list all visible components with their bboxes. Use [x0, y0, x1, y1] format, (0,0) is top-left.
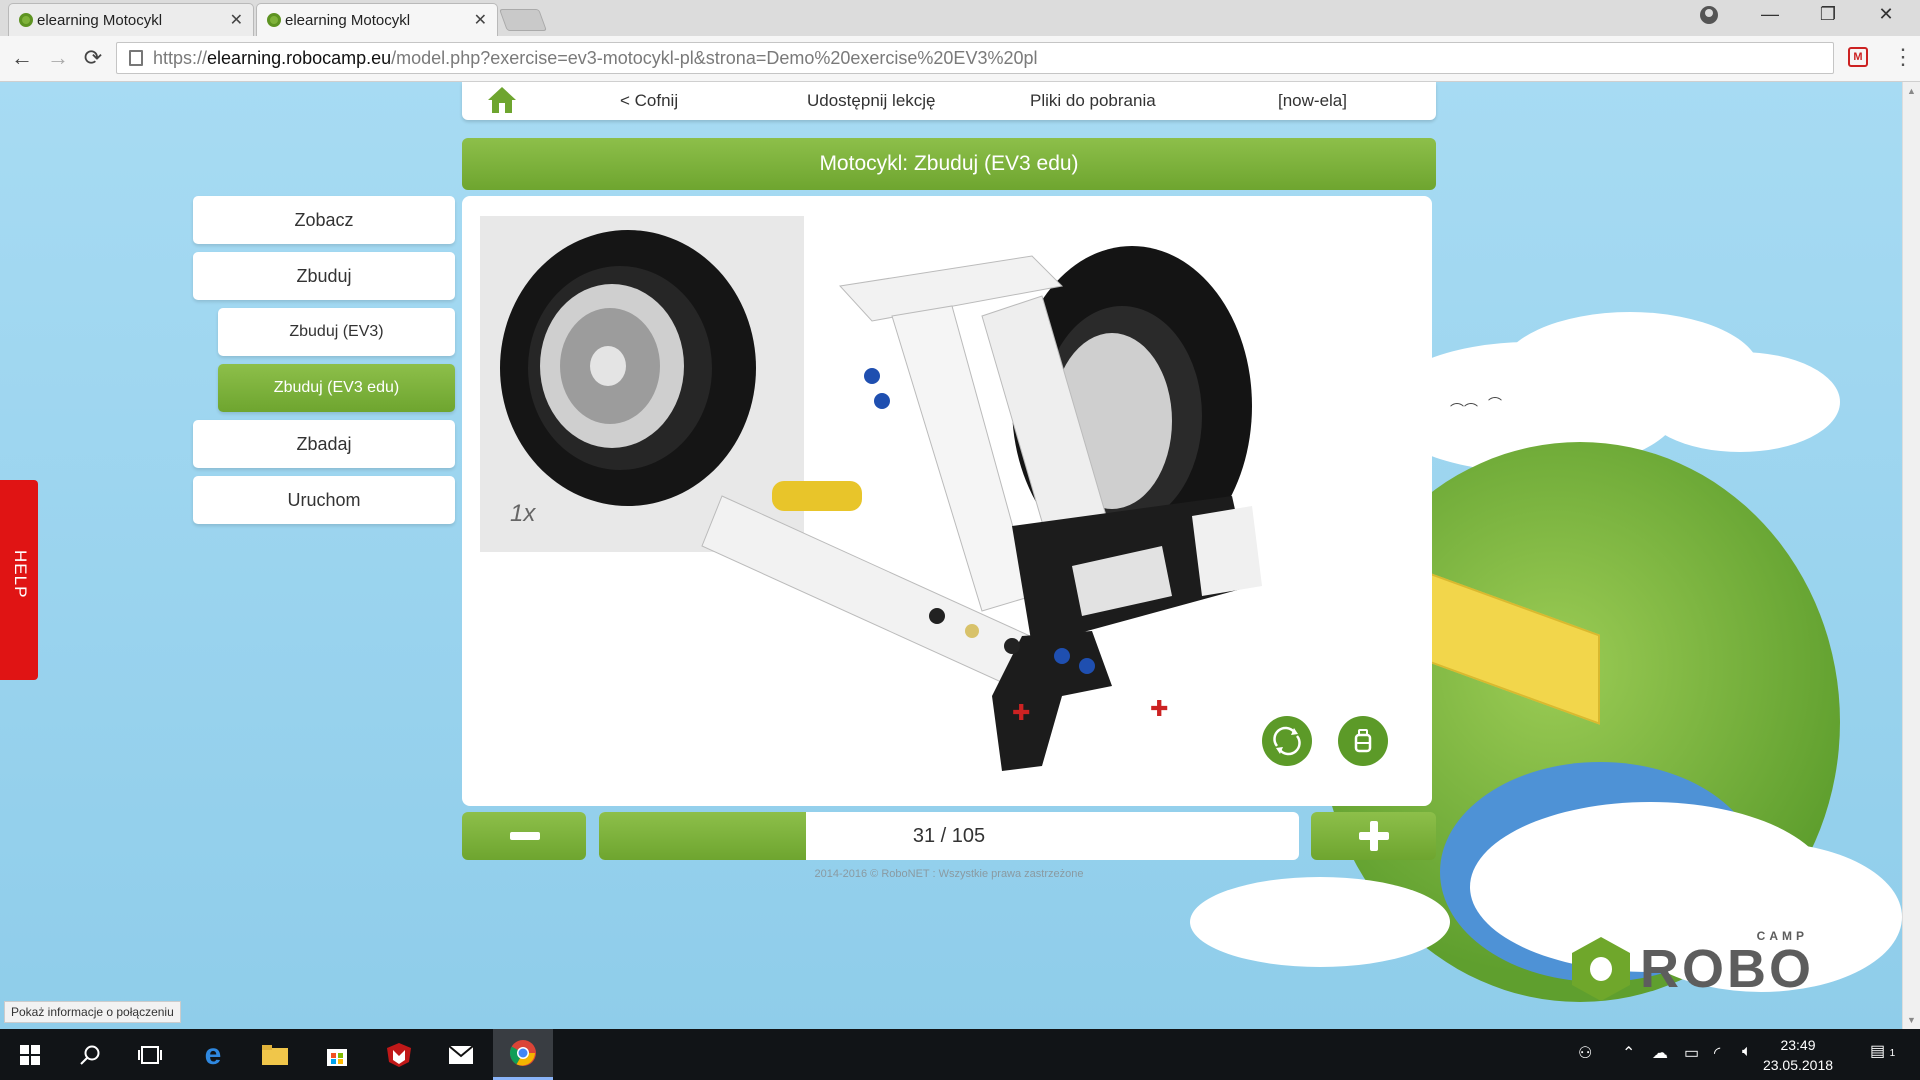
back-button[interactable]: ←: [8, 45, 36, 71]
address-bar[interactable]: https:// elearning.robocamp.eu /model.ph…: [116, 42, 1834, 74]
top-navigation: < Cofnij Udostępnij lekcję Pliki do pobr…: [462, 82, 1436, 120]
file-explorer-button[interactable]: [245, 1029, 305, 1080]
page-title: Motocykl: Zbuduj (EV3 edu): [462, 138, 1436, 190]
robocamp-logo: ROBO CAMP: [1572, 929, 1814, 1001]
folder-icon: [262, 1044, 288, 1065]
chrome-taskbar-button[interactable]: [493, 1029, 553, 1080]
task-view-icon: [138, 1045, 162, 1064]
forward-button[interactable]: →: [44, 45, 72, 71]
profile-icon[interactable]: [1700, 6, 1718, 24]
close-window-button[interactable]: ✕: [1858, 4, 1914, 25]
search-button[interactable]: [60, 1029, 120, 1080]
show-hidden-icons-icon[interactable]: ⌃: [1622, 1043, 1635, 1063]
clock-time: 23:49: [1780, 1037, 1816, 1053]
user-link[interactable]: [now-ela]: [1278, 91, 1347, 111]
step-progress-bar[interactable]: 31 / 105: [599, 812, 1299, 860]
edge-icon: e: [204, 1037, 222, 1071]
url-host: elearning.robocamp.eu: [207, 47, 392, 68]
notification-icon: ▤: [1870, 1043, 1886, 1060]
logo-brand: ROBO: [1640, 939, 1814, 999]
store-icon: [327, 1048, 347, 1066]
tab-title: elearning Motocykl: [37, 11, 163, 29]
menu-item-uruchom[interactable]: Uruchom: [193, 476, 455, 524]
robocamp-favicon-icon: [19, 13, 33, 27]
mail-button[interactable]: [431, 1029, 491, 1080]
page-scrollbar[interactable]: ▲ ▼: [1902, 82, 1920, 1029]
tab-title: elearning Motocykl: [285, 11, 411, 29]
close-tab-icon[interactable]: ✕: [230, 10, 243, 30]
taskbar-clock[interactable]: 23:49 23.05.2018: [1750, 1035, 1846, 1075]
mcafee-extension-icon[interactable]: M: [1848, 47, 1868, 67]
browser-tab-bar: elearning Motocykl ✕ elearning Motocykl …: [0, 0, 1920, 36]
store-button[interactable]: [307, 1029, 367, 1080]
cloud: [1190, 877, 1450, 967]
browser-toolbar: ← → ⟳ https:// elearning.robocamp.eu /mo…: [0, 36, 1920, 82]
logo-sub: CAMP: [1756, 929, 1808, 943]
battery-icon[interactable]: ▭: [1684, 1043, 1699, 1063]
mail-icon: [448, 1044, 474, 1064]
browser-tab-active[interactable]: elearning Motocykl ✕: [256, 3, 498, 36]
url-scheme: https://: [153, 47, 208, 68]
model-viewer[interactable]: 1x ✚ ✚: [462, 196, 1432, 806]
scroll-down-arrow-icon[interactable]: ▼: [1907, 1015, 1916, 1025]
motorcycle-model-render[interactable]: ✚ ✚: [692, 226, 1352, 786]
page-background: ⌒⌒ ⌒ ROBO CAMP < Cofnij Udostępnij lekcj…: [0, 82, 1902, 1029]
scroll-up-arrow-icon[interactable]: ▲: [1907, 86, 1916, 96]
rotate-view-button[interactable]: [1262, 716, 1312, 766]
close-tab-icon[interactable]: ✕: [474, 10, 487, 30]
wifi-icon[interactable]: ◜: [1714, 1043, 1720, 1063]
menu-item-zbuduj-ev3-edu[interactable]: Zbuduj (EV3 edu): [218, 364, 455, 412]
previous-step-button[interactable]: [462, 812, 586, 860]
url-path: /model.php?exercise=ev3-motocykl-pl&stro…: [391, 47, 1038, 68]
cloud: [1640, 352, 1840, 452]
browser-menu-icon[interactable]: ⋮: [1892, 44, 1914, 70]
downloads-link[interactable]: Pliki do pobrania: [1030, 91, 1156, 111]
menu-item-zobacz[interactable]: Zobacz: [193, 196, 455, 244]
svg-text:✚: ✚: [1012, 700, 1030, 725]
mcafee-taskbar-button[interactable]: [369, 1029, 429, 1080]
start-button[interactable]: [0, 1029, 60, 1080]
rotate-icon: [1273, 726, 1301, 756]
edge-taskbar-button[interactable]: e: [183, 1029, 243, 1080]
page-info-icon[interactable]: [129, 50, 143, 66]
back-link[interactable]: < Cofnij: [620, 91, 678, 111]
bird-icon: ⌒: [1488, 396, 1502, 412]
step-counter: 31 / 105: [912, 825, 986, 847]
onedrive-icon[interactable]: ☁: [1652, 1043, 1668, 1063]
reload-button[interactable]: ⟳: [79, 45, 107, 71]
action-center-button[interactable]: ▤ 1: [1870, 1041, 1895, 1061]
new-tab-button[interactable]: [498, 9, 548, 31]
task-view-button[interactable]: [120, 1029, 180, 1080]
status-tooltip: Pokaż informacje o połączeniu: [4, 1001, 181, 1023]
menu-item-zbadaj[interactable]: Zbadaj: [193, 420, 455, 468]
help-tab[interactable]: HELP: [0, 480, 38, 680]
copyright-text: 2014-2016 © RoboNET : Wszystkie prawa za…: [814, 868, 1084, 880]
parts-icon: [1354, 729, 1372, 753]
svg-text:✚: ✚: [1150, 696, 1168, 721]
home-icon[interactable]: [486, 85, 518, 115]
parts-count: 1x: [510, 500, 536, 527]
search-icon: [80, 1045, 100, 1065]
browser-tab[interactable]: elearning Motocykl ✕: [8, 3, 254, 36]
windows-taskbar: e ⚇ ⌃ ☁ ▭ ◜ 🔈︎ 23:49 23.05.2018 ▤ 1: [0, 1029, 1920, 1080]
bird-icon: ⌒⌒: [1450, 402, 1478, 418]
restore-button[interactable]: ❐: [1800, 4, 1856, 25]
help-label: HELP: [11, 550, 30, 599]
windows-icon: [20, 1044, 40, 1065]
menu-item-zbuduj-ev3[interactable]: Zbuduj (EV3): [218, 308, 455, 356]
notification-count: 1: [1889, 1048, 1896, 1059]
chrome-icon: [509, 1040, 536, 1066]
parts-list-button[interactable]: [1338, 716, 1388, 766]
robocamp-hex-icon: [1572, 937, 1630, 1001]
people-icon[interactable]: ⚇: [1578, 1043, 1592, 1063]
clock-date: 23.05.2018: [1762, 1057, 1834, 1073]
menu-item-zbuduj[interactable]: Zbuduj: [193, 252, 455, 300]
share-lesson-link[interactable]: Udostępnij lekcję: [807, 91, 936, 111]
robocamp-favicon-icon: [267, 13, 281, 27]
minimize-button[interactable]: —: [1742, 4, 1798, 25]
mcafee-icon: [387, 1042, 411, 1067]
next-step-button[interactable]: [1311, 812, 1436, 860]
